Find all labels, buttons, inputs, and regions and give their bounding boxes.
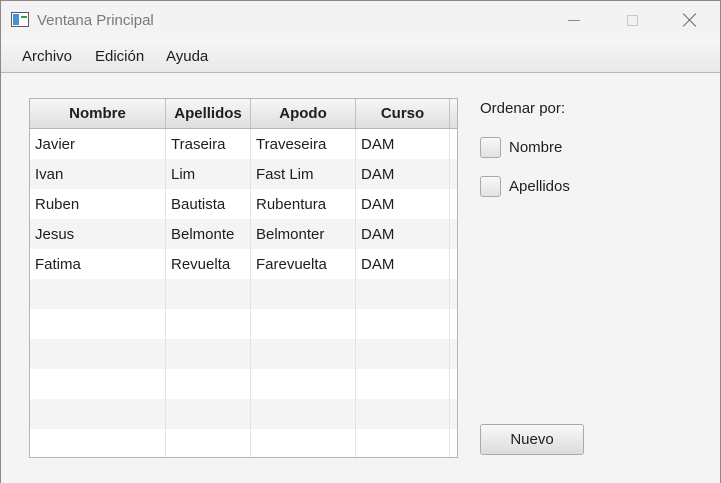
nombre-checkbox[interactable]: [480, 137, 501, 158]
table-cell: [356, 399, 450, 429]
table-cell: [251, 339, 356, 369]
table-cell: Belmonte: [166, 219, 251, 249]
table-cell: [356, 279, 450, 309]
table-cell: [251, 369, 356, 399]
table-cell: [30, 429, 166, 457]
table-cell: [166, 399, 251, 429]
table-row[interactable]: [30, 279, 457, 309]
table-cell: [30, 309, 166, 339]
table-cell: [30, 339, 166, 369]
table-cell: [450, 339, 457, 369]
table-cell: Traveseira: [251, 129, 356, 159]
table-row[interactable]: Ivan Lim Fast Lim DAM: [30, 159, 457, 189]
table-cell: Rubentura: [251, 189, 356, 219]
nombre-checkbox-label: Nombre: [509, 139, 563, 156]
menu-edicion[interactable]: Edición: [95, 48, 144, 65]
title-bar[interactable]: Ventana Principal: [1, 1, 720, 39]
column-header-filler: [450, 99, 457, 128]
table-cell: DAM: [356, 159, 450, 189]
table-cell: [450, 249, 457, 279]
table-cell: Belmonter: [251, 219, 356, 249]
table-cell: Fast Lim: [251, 159, 356, 189]
main-window: Ventana Principal Archivo Edición Ayuda …: [0, 0, 721, 483]
table-cell: [251, 429, 356, 457]
table-cell: DAM: [356, 129, 450, 159]
content-area: Nombre Apellidos Apodo Curso Javier Trase…: [1, 73, 720, 483]
table-cell: [30, 369, 166, 399]
table-cell: [166, 429, 251, 457]
column-header-curso[interactable]: Curso: [356, 99, 450, 128]
table-cell: Fatima: [30, 249, 166, 279]
table-cell: Traseira: [166, 129, 251, 159]
table-cell: [166, 309, 251, 339]
minimize-icon: [568, 19, 580, 21]
table-cell: Bautista: [166, 189, 251, 219]
table-cell: [450, 399, 457, 429]
table-cell: [450, 369, 457, 399]
table-cell: [450, 429, 457, 457]
table-cell: [166, 369, 251, 399]
table-cell: [356, 369, 450, 399]
table-cell: Lim: [166, 159, 251, 189]
sort-option-apellidos[interactable]: Apellidos: [480, 176, 570, 197]
app-icon: [11, 12, 29, 27]
column-header-nombre[interactable]: Nombre: [30, 99, 166, 128]
maximize-icon: [626, 14, 638, 26]
column-header-apodo[interactable]: Apodo: [251, 99, 356, 128]
table-cell: Ruben: [30, 189, 166, 219]
table-cell: [450, 219, 457, 249]
table-cell: DAM: [356, 249, 450, 279]
table-cell: [450, 309, 457, 339]
table-cell: [450, 189, 457, 219]
table-cell: DAM: [356, 189, 450, 219]
menu-ayuda[interactable]: Ayuda: [166, 48, 208, 65]
apellidos-checkbox-label: Apellidos: [509, 178, 570, 195]
table-row[interactable]: Javier Traseira Traveseira DAM: [30, 129, 457, 159]
table-cell: [450, 279, 457, 309]
menu-archivo[interactable]: Archivo: [22, 48, 72, 65]
window-title: Ventana Principal: [37, 12, 154, 29]
minimize-button[interactable]: [545, 1, 603, 39]
close-icon: [683, 13, 697, 27]
table-cell: Revuelta: [166, 249, 251, 279]
table-cell: [251, 279, 356, 309]
nuevo-button[interactable]: Nuevo: [480, 424, 584, 455]
menu-bar: Archivo Edición Ayuda: [1, 39, 720, 73]
table-cell: Farevuelta: [251, 249, 356, 279]
table-cell: Ivan: [30, 159, 166, 189]
table-cell: [356, 429, 450, 457]
table-cell: [356, 309, 450, 339]
table-row[interactable]: [30, 339, 457, 369]
table-row[interactable]: Fatima Revuelta Farevuelta DAM: [30, 249, 457, 279]
maximize-button[interactable]: [603, 1, 661, 39]
sort-label: Ordenar por:: [480, 100, 566, 117]
students-table[interactable]: Nombre Apellidos Apodo Curso Javier Trase…: [29, 98, 458, 458]
table-cell: [30, 279, 166, 309]
close-button[interactable]: [661, 1, 719, 39]
column-header-apellidos[interactable]: Apellidos: [166, 99, 251, 128]
table-cell: [450, 129, 457, 159]
table-cell: [450, 159, 457, 189]
table-cell: DAM: [356, 219, 450, 249]
table-row[interactable]: Ruben Bautista Rubentura DAM: [30, 189, 457, 219]
table-cell: [251, 309, 356, 339]
table-header: Nombre Apellidos Apodo Curso: [30, 99, 457, 129]
table-row[interactable]: Jesus Belmonte Belmonter DAM: [30, 219, 457, 249]
table-cell: [251, 399, 356, 429]
table-cell: [166, 279, 251, 309]
table-cell: [356, 339, 450, 369]
table-row[interactable]: [30, 309, 457, 339]
table-row[interactable]: [30, 369, 457, 399]
sort-option-nombre[interactable]: Nombre: [480, 137, 562, 158]
table-row[interactable]: [30, 399, 457, 429]
table-cell: Javier: [30, 129, 166, 159]
apellidos-checkbox[interactable]: [480, 176, 501, 197]
table-cell: Jesus: [30, 219, 166, 249]
table-row[interactable]: [30, 429, 457, 457]
table-cell: [30, 399, 166, 429]
table-cell: [166, 339, 251, 369]
